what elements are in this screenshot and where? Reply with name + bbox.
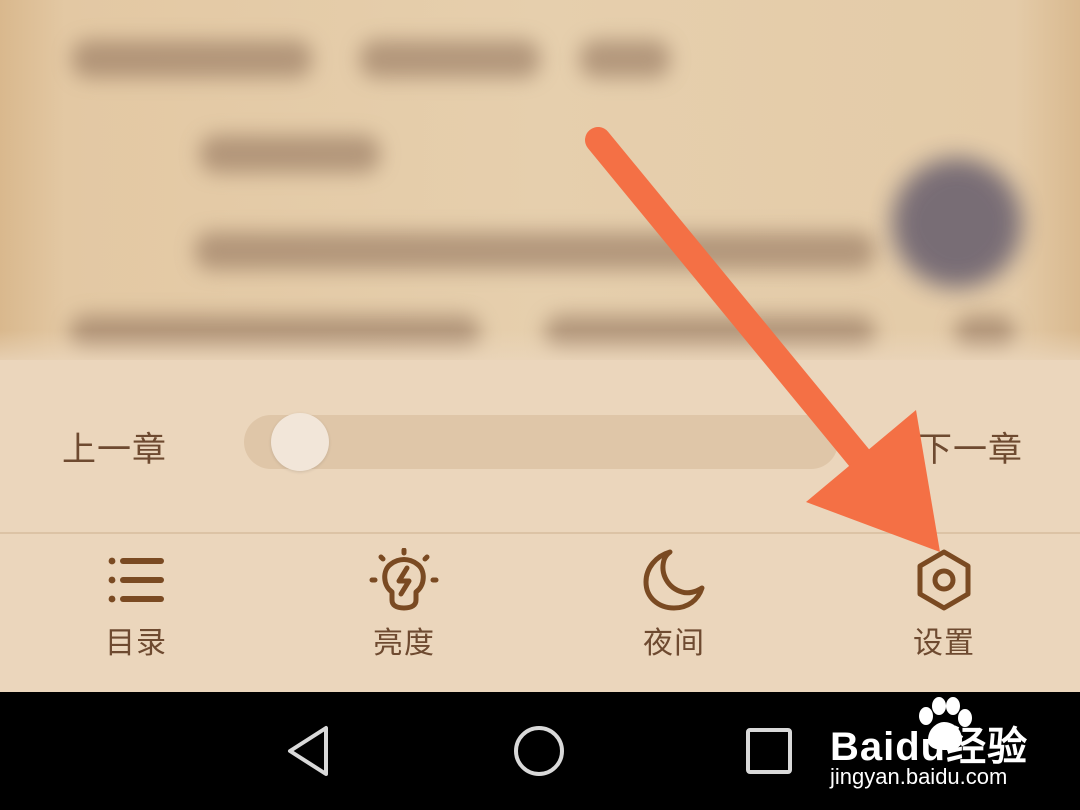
prev-chapter-button[interactable]: 上一章 [62, 422, 167, 471]
brightness-button[interactable]: 亮度 [324, 548, 484, 678]
blurred-text-line [72, 40, 312, 78]
settings-label: 设置 [913, 626, 975, 661]
back-triangle-icon[interactable] [284, 724, 334, 778]
slider-thumb[interactable] [270, 413, 329, 471]
toc-button[interactable]: 目录 [56, 548, 216, 678]
hexagon-settings-icon [917, 549, 971, 611]
blurred-avatar [892, 158, 1022, 288]
panel-fade [0, 330, 1080, 370]
settings-button[interactable]: 设置 [864, 548, 1024, 678]
watermark-url: jingyan.baidu.com [830, 764, 1008, 789]
brightness-label: 亮度 [373, 626, 435, 661]
blurred-text-line [195, 232, 875, 270]
toc-label: 目录 [105, 626, 167, 661]
reading-content-area [0, 0, 1080, 360]
lightbulb-icon [369, 548, 439, 611]
recents-square-icon[interactable] [744, 726, 794, 776]
next-chapter-button[interactable]: 下一章 [918, 422, 1023, 471]
blurred-text-line [580, 40, 670, 78]
list-icon [108, 557, 164, 603]
night-mode-label: 夜间 [643, 626, 705, 661]
divider [0, 532, 1080, 534]
moon-icon [643, 549, 705, 611]
baidu-watermark: Baidu经验 jingyan.baidu.com [826, 692, 1076, 804]
home-circle-icon[interactable] [512, 724, 566, 778]
blurred-text-line [360, 40, 540, 78]
chapter-progress-slider[interactable] [244, 415, 838, 469]
night-mode-button[interactable]: 夜间 [594, 548, 754, 678]
blurred-text-line [200, 135, 380, 173]
